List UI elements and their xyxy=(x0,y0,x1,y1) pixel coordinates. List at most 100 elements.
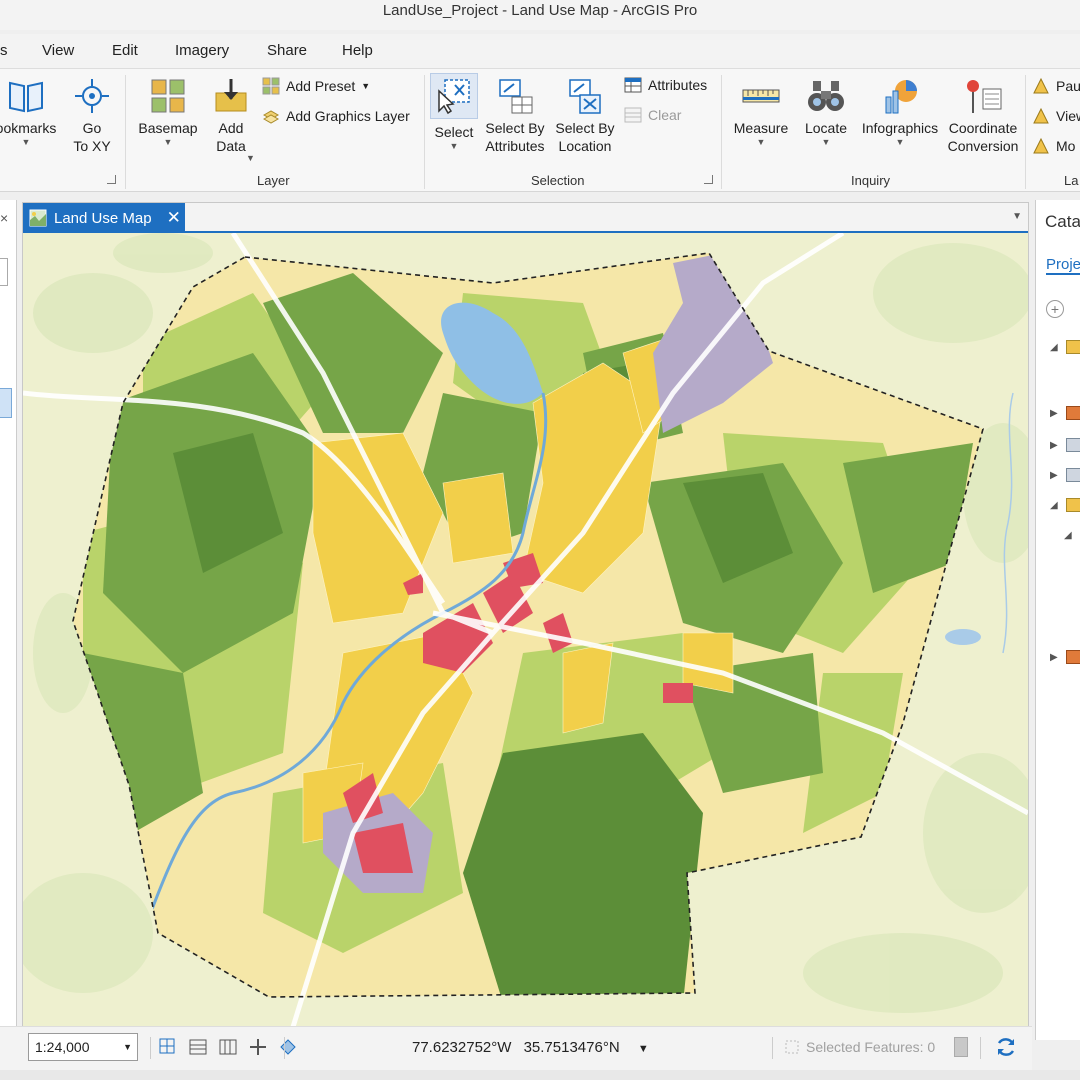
menu-item-imagery[interactable]: Imagery xyxy=(175,42,229,59)
select-by-location-button[interactable]: Select By Location xyxy=(552,77,618,155)
coordinate-conversion-label: Coordinate Conversion xyxy=(947,120,1019,154)
pause-labels-icon xyxy=(1033,77,1049,94)
chevron-right-icon[interactable]: ▶ xyxy=(1050,470,1058,481)
ribbon: ookmarks ▼ Go To XY Basemap ▼ Add Data ▼… xyxy=(0,68,1080,192)
close-icon[interactable]: ✕ xyxy=(167,208,181,228)
databases-icon xyxy=(1066,468,1080,482)
select-button[interactable] xyxy=(430,73,478,119)
add-graphics-layer-button[interactable]: Add Graphics Layer xyxy=(262,107,410,125)
basemap-label: Basemap xyxy=(138,120,198,136)
select-arrow-icon xyxy=(438,79,470,115)
pan-icon[interactable] xyxy=(248,1037,268,1057)
chevron-right-icon[interactable]: ▶ xyxy=(1050,652,1058,663)
ribbon-separator xyxy=(721,75,722,189)
basemap-button[interactable]: Basemap ▼ xyxy=(134,77,202,147)
dialog-launcher-icon[interactable] xyxy=(704,175,713,184)
add-preset-button[interactable]: Add Preset ▼ xyxy=(262,77,370,95)
crosshair-icon xyxy=(75,79,109,113)
add-data-button[interactable]: Add Data ▼ xyxy=(206,77,256,163)
pause-labels-button[interactable]: Pau xyxy=(1032,77,1080,95)
dialog-launcher-icon[interactable] xyxy=(107,175,116,184)
ribbon-separator xyxy=(424,75,425,189)
catalog-title: Cata xyxy=(1045,212,1080,231)
clear-selection-icon xyxy=(624,107,642,123)
selected-features-label: Selected Features: 0 xyxy=(806,1039,936,1055)
attributes-label: Attributes xyxy=(648,77,708,93)
labeling-group-label: La xyxy=(1064,173,1079,188)
bookmarks-button[interactable]: ookmarks ▼ xyxy=(0,77,58,147)
status-separator xyxy=(284,1037,285,1059)
selected-features[interactable]: Selected Features: 0 xyxy=(784,1039,935,1055)
measure-button[interactable]: Measure ▼ xyxy=(728,77,794,147)
scale-selector[interactable]: 1:24,000 ▼ xyxy=(28,1033,138,1061)
tab-land-use-map[interactable]: Land Use Map ✕ xyxy=(23,203,185,233)
chevron-right-icon[interactable]: ▶ xyxy=(1050,440,1058,451)
folders-icon xyxy=(1066,498,1080,512)
expand-icon[interactable]: ◢ xyxy=(1050,500,1058,511)
menu-item-help[interactable]: Help xyxy=(342,42,373,59)
grid-icon[interactable] xyxy=(158,1037,178,1057)
tab-project[interactable]: Proje xyxy=(1046,256,1080,275)
chevron-down-icon[interactable]: ▼ xyxy=(1012,211,1022,222)
go-to-xy-button[interactable]: Go To XY xyxy=(66,77,118,155)
coordinate-conversion-button[interactable]: Coordinate Conversion xyxy=(944,77,1022,155)
status-separator xyxy=(980,1037,981,1059)
pause-drawing-icon[interactable] xyxy=(954,1037,968,1057)
navigation-icon[interactable] xyxy=(278,1037,298,1057)
bookmarks-label: ookmarks xyxy=(0,120,57,136)
more-labels-button[interactable]: Mo xyxy=(1032,137,1075,155)
expand-icon[interactable]: ◢ xyxy=(1064,530,1072,541)
layer-group-label: Layer xyxy=(257,173,290,188)
chevron-down-icon[interactable]: ▼ xyxy=(638,1043,649,1055)
snapping-icon[interactable] xyxy=(218,1037,238,1057)
scale-value: 1:24,000 xyxy=(35,1039,90,1055)
expand-icon[interactable]: ◢ xyxy=(1050,342,1058,353)
map-canvas[interactable] xyxy=(23,233,1028,1027)
select-by-attributes-button[interactable]: Select By Attributes xyxy=(482,77,548,155)
menu-item-share[interactable]: Share xyxy=(267,42,307,59)
ribbon-separator xyxy=(125,75,126,189)
locate-button[interactable]: Locate ▼ xyxy=(800,77,852,147)
ribbon-separator xyxy=(1025,75,1026,189)
basemap-icon xyxy=(151,79,185,113)
menu-item-edit[interactable]: Edit xyxy=(112,42,138,59)
ruler-icon xyxy=(742,89,780,103)
select-label-area[interactable]: Select ▼ xyxy=(428,123,480,151)
attributes-button[interactable]: Attributes xyxy=(624,77,707,93)
chevron-right-icon[interactable]: ▶ xyxy=(1050,408,1058,419)
coordinate-conversion-icon xyxy=(967,80,1002,113)
add-preset-label: Add Preset xyxy=(286,78,356,94)
contents-pane: × xyxy=(0,200,17,1040)
chevron-down-icon: ▼ xyxy=(756,137,766,147)
infographics-button[interactable]: Infographics ▼ xyxy=(858,77,942,147)
refresh-icon[interactable] xyxy=(994,1035,1018,1059)
styles-icon xyxy=(1066,650,1080,664)
chevron-down-icon: ▼ xyxy=(449,141,459,151)
bookmarks-icon xyxy=(9,81,43,113)
menu-item-truncated[interactable]: s xyxy=(0,42,8,59)
contents-selected-item[interactable] xyxy=(0,388,12,418)
folder-icon xyxy=(1066,340,1080,354)
chevron-down-icon: ▼ xyxy=(21,137,31,147)
close-icon[interactable]: × xyxy=(0,210,8,226)
latitude: 35.7513476°N xyxy=(523,1039,620,1056)
view-labels-icon xyxy=(1033,107,1049,124)
select-by-attributes-icon xyxy=(499,79,533,114)
chevron-down-icon: ▼ xyxy=(821,137,831,147)
add-data-icon xyxy=(215,79,247,112)
more-labels-icon xyxy=(1033,137,1049,154)
menu-bar: s View Edit Imagery Share Help xyxy=(0,34,1080,68)
clear-button[interactable]: Clear xyxy=(624,107,681,123)
menu-item-view[interactable]: View xyxy=(42,42,74,59)
selection-icon xyxy=(785,1040,799,1054)
contents-search-box[interactable] xyxy=(0,258,8,286)
view-unplaced-button[interactable]: View xyxy=(1032,107,1080,125)
map-icon xyxy=(29,209,47,227)
go-to-xy-label: Go To XY xyxy=(73,120,111,154)
infographics-label: Infographics xyxy=(861,120,939,136)
view-label: View xyxy=(1056,108,1080,124)
table-view-icon[interactable] xyxy=(188,1037,208,1057)
add-icon[interactable]: + xyxy=(1046,300,1064,318)
land-use-map[interactable] xyxy=(23,233,1028,1027)
longitude: 77.6232752°W xyxy=(412,1039,512,1056)
